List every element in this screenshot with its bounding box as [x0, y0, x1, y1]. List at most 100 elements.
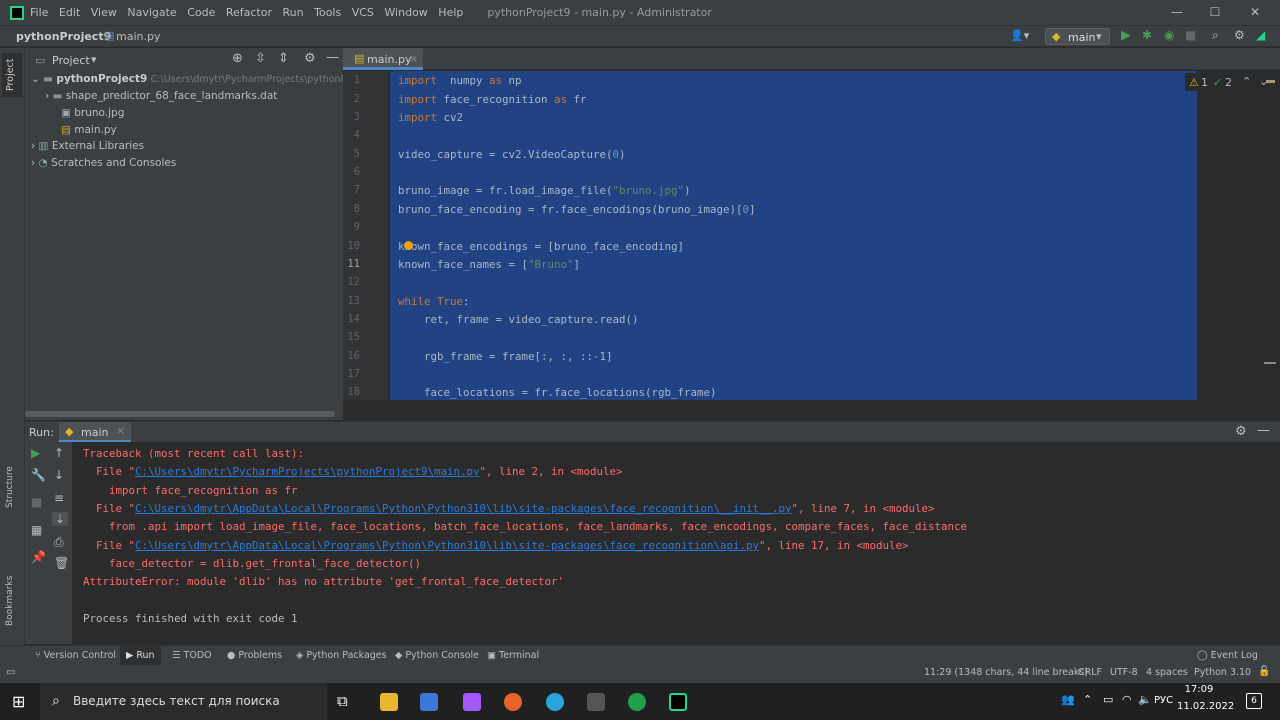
menu-vcs[interactable]: VCS [352, 6, 374, 19]
project-tool-button[interactable]: Project [2, 53, 22, 97]
tab-main-py[interactable]: ▤ main.py × [343, 48, 423, 70]
hide-panel-icon[interactable]: — [1257, 423, 1270, 438]
taskbar-search-box[interactable]: ⌕ Введите здесь текст для поиска [40, 683, 327, 720]
project-panel-title[interactable]: Project [52, 54, 90, 67]
code-line[interactable]: bruno_face_encoding = fr.face_encodings(… [398, 203, 756, 216]
line-separator[interactable]: CRLF [1078, 667, 1102, 678]
menu-tools[interactable]: Tools [314, 6, 341, 19]
firefox-icon[interactable] [504, 693, 522, 711]
windows-start-icon[interactable]: ⊞ [12, 692, 25, 711]
chevron-down-icon[interactable]: ▾ [91, 53, 97, 66]
tab-todo[interactable]: ☰ TODO [172, 650, 212, 661]
lock-icon[interactable]: 🔓 [1258, 666, 1270, 677]
stop-icon[interactable]: ■ [31, 495, 42, 509]
tab-run[interactable]: ▶ Run [120, 646, 161, 665]
caret-position[interactable]: 11:29 (1348 chars, 44 line breaks) [924, 667, 1088, 678]
code-line[interactable]: import face_recognition as fr [398, 93, 587, 106]
code-line[interactable]: face_locations = fr.face_locations(rgb_f… [398, 386, 717, 399]
run-config-select[interactable]: ◆ main ▾ [1045, 28, 1110, 45]
print-icon[interactable]: ⎙ [54, 535, 64, 550]
volume-icon[interactable]: 🔈 [1138, 693, 1152, 706]
terminal-app-icon[interactable] [587, 693, 605, 711]
toggle-tool-windows-icon[interactable]: ▭ [6, 667, 15, 678]
horizontal-scrollbar[interactable] [25, 411, 335, 417]
network-icon[interactable]: ◠ [1122, 693, 1132, 706]
menu-view[interactable]: View [91, 6, 117, 19]
intention-bulb-icon[interactable] [404, 241, 413, 250]
tree-item-bruno-jpg[interactable]: ▣ bruno.jpg [61, 105, 124, 122]
pycharm-taskbar-icon[interactable] [669, 693, 687, 711]
pin-icon[interactable]: 📌 [31, 550, 46, 564]
previous-highlight-icon[interactable]: ⌃ [1242, 75, 1251, 88]
code-line[interactable]: rgb_frame = frame[:, :, ::-1] [398, 350, 613, 363]
layout-icon[interactable]: ▦ [31, 523, 42, 537]
file-explorer-icon[interactable] [380, 693, 398, 711]
figma-icon[interactable] [463, 693, 481, 711]
menu-edit[interactable]: Edit [59, 6, 80, 19]
structure-tool-button[interactable]: Structure [5, 466, 15, 508]
menu-code[interactable]: Code [187, 6, 215, 19]
chevron-up-icon[interactable]: ⌃ [1083, 693, 1092, 706]
menu-refactor[interactable]: Refactor [226, 6, 272, 19]
app-circle-icon[interactable] [628, 693, 646, 711]
error-stripe-mark[interactable] [1266, 80, 1275, 83]
close-button[interactable]: ✕ [1236, 0, 1274, 25]
event-log-button[interactable]: ◯ Event Log [1197, 650, 1258, 661]
tab-problems[interactable]: ● Problems [227, 650, 282, 661]
tab-run-main[interactable]: ◆ main × [59, 422, 131, 442]
menu-run[interactable]: Run [283, 6, 304, 19]
input-language[interactable]: РУС [1154, 695, 1173, 706]
tree-item-external-libraries[interactable]: › ▥ External Libraries [31, 138, 144, 155]
microsoft-store-icon[interactable] [420, 693, 438, 711]
rerun-icon[interactable]: ▶ [31, 446, 40, 460]
collapse-all-icon[interactable]: ⇕ [278, 51, 289, 66]
tree-item-shape-predictor[interactable]: › ▬ shape_predictor_68_face_landmarks.da… [45, 88, 277, 105]
tray-app-icon[interactable]: ▭ [1103, 693, 1113, 706]
tab-python-console[interactable]: ◆ Python Console [395, 650, 479, 661]
code-line[interactable]: known_face_names = ["Bruno"] [398, 258, 580, 271]
notification-center-icon[interactable]: 6 [1246, 693, 1262, 709]
scroll-mark[interactable] [1264, 362, 1276, 364]
code-line[interactable]: bruno_image = fr.load_image_file("bruno.… [398, 184, 691, 197]
file-link[interactable]: C:\Users\dmytr\PycharmProjects\pythonPro… [135, 465, 480, 478]
search-icon[interactable]: ⌕ [1212, 28, 1219, 43]
clock-date[interactable]: 11.02.2022 [1177, 701, 1234, 712]
tab-version-control[interactable]: ⑂ Version Control [35, 650, 116, 661]
breadcrumb-project[interactable]: pythonProject9 [16, 30, 111, 43]
telegram-icon[interactable] [546, 693, 564, 711]
locate-icon[interactable]: ⊕ [232, 51, 243, 66]
code-line[interactable]: import numpy as np [398, 74, 522, 87]
code-line[interactable]: video_capture = cv2.VideoCapture(0) [398, 148, 626, 161]
debug-icon[interactable]: ✱ [1142, 28, 1152, 42]
run-icon[interactable]: ▶ [1121, 28, 1131, 43]
coverage-icon[interactable]: ◉ [1164, 28, 1174, 42]
code-line[interactable]: while True: [398, 295, 470, 308]
close-tab-icon[interactable]: × [116, 424, 125, 437]
scroll-up-icon[interactable]: ↑ [54, 446, 64, 460]
scroll-down-icon[interactable]: ↓ [54, 468, 64, 482]
settings-gear-icon[interactable]: ⚙ [1234, 28, 1245, 42]
indent-setting[interactable]: 4 spaces [1146, 667, 1188, 678]
code-line[interactable]: ret, frame = video_capture.read() [398, 313, 639, 326]
hide-panel-icon[interactable]: — [326, 50, 339, 65]
inspection-widget[interactable]: ⚠ 1 ✓ 2 ⌃ ⌄ [1185, 73, 1275, 91]
code-line[interactable]: import cv2 [398, 111, 463, 124]
user-icon[interactable]: 👤▾ [1010, 29, 1029, 42]
tab-terminal[interactable]: ▣ Terminal [487, 650, 539, 661]
scroll-to-end-icon[interactable]: ⇣ [52, 512, 69, 526]
tab-python-packages[interactable]: ◈ Python Packages [296, 650, 387, 661]
file-encoding[interactable]: UTF-8 [1110, 667, 1138, 678]
close-tab-icon[interactable]: × [409, 52, 418, 65]
wrench-icon[interactable]: 🔧 [31, 468, 46, 482]
tree-root[interactable]: ⌄ ▬ pythonProject9 C:\Users\dmytr\Pychar… [31, 71, 373, 88]
maximize-button[interactable]: ☐ [1196, 0, 1234, 25]
file-link[interactable]: C:\Users\dmytr\AppData\Local\Programs\Py… [135, 539, 759, 552]
menu-file[interactable]: File [30, 6, 48, 19]
tree-item-main-py[interactable]: ▤ main.py [61, 122, 117, 139]
minimize-button[interactable]: — [1158, 0, 1196, 25]
file-link[interactable]: C:\Users\dmytr\AppData\Local\Programs\Py… [135, 502, 792, 515]
expand-all-icon[interactable]: ⇳ [255, 51, 266, 66]
breadcrumb-file[interactable]: main.py [116, 30, 160, 43]
soft-wrap-icon[interactable]: ≡ [54, 491, 64, 505]
python-interpreter[interactable]: Python 3.10 [1194, 667, 1251, 678]
